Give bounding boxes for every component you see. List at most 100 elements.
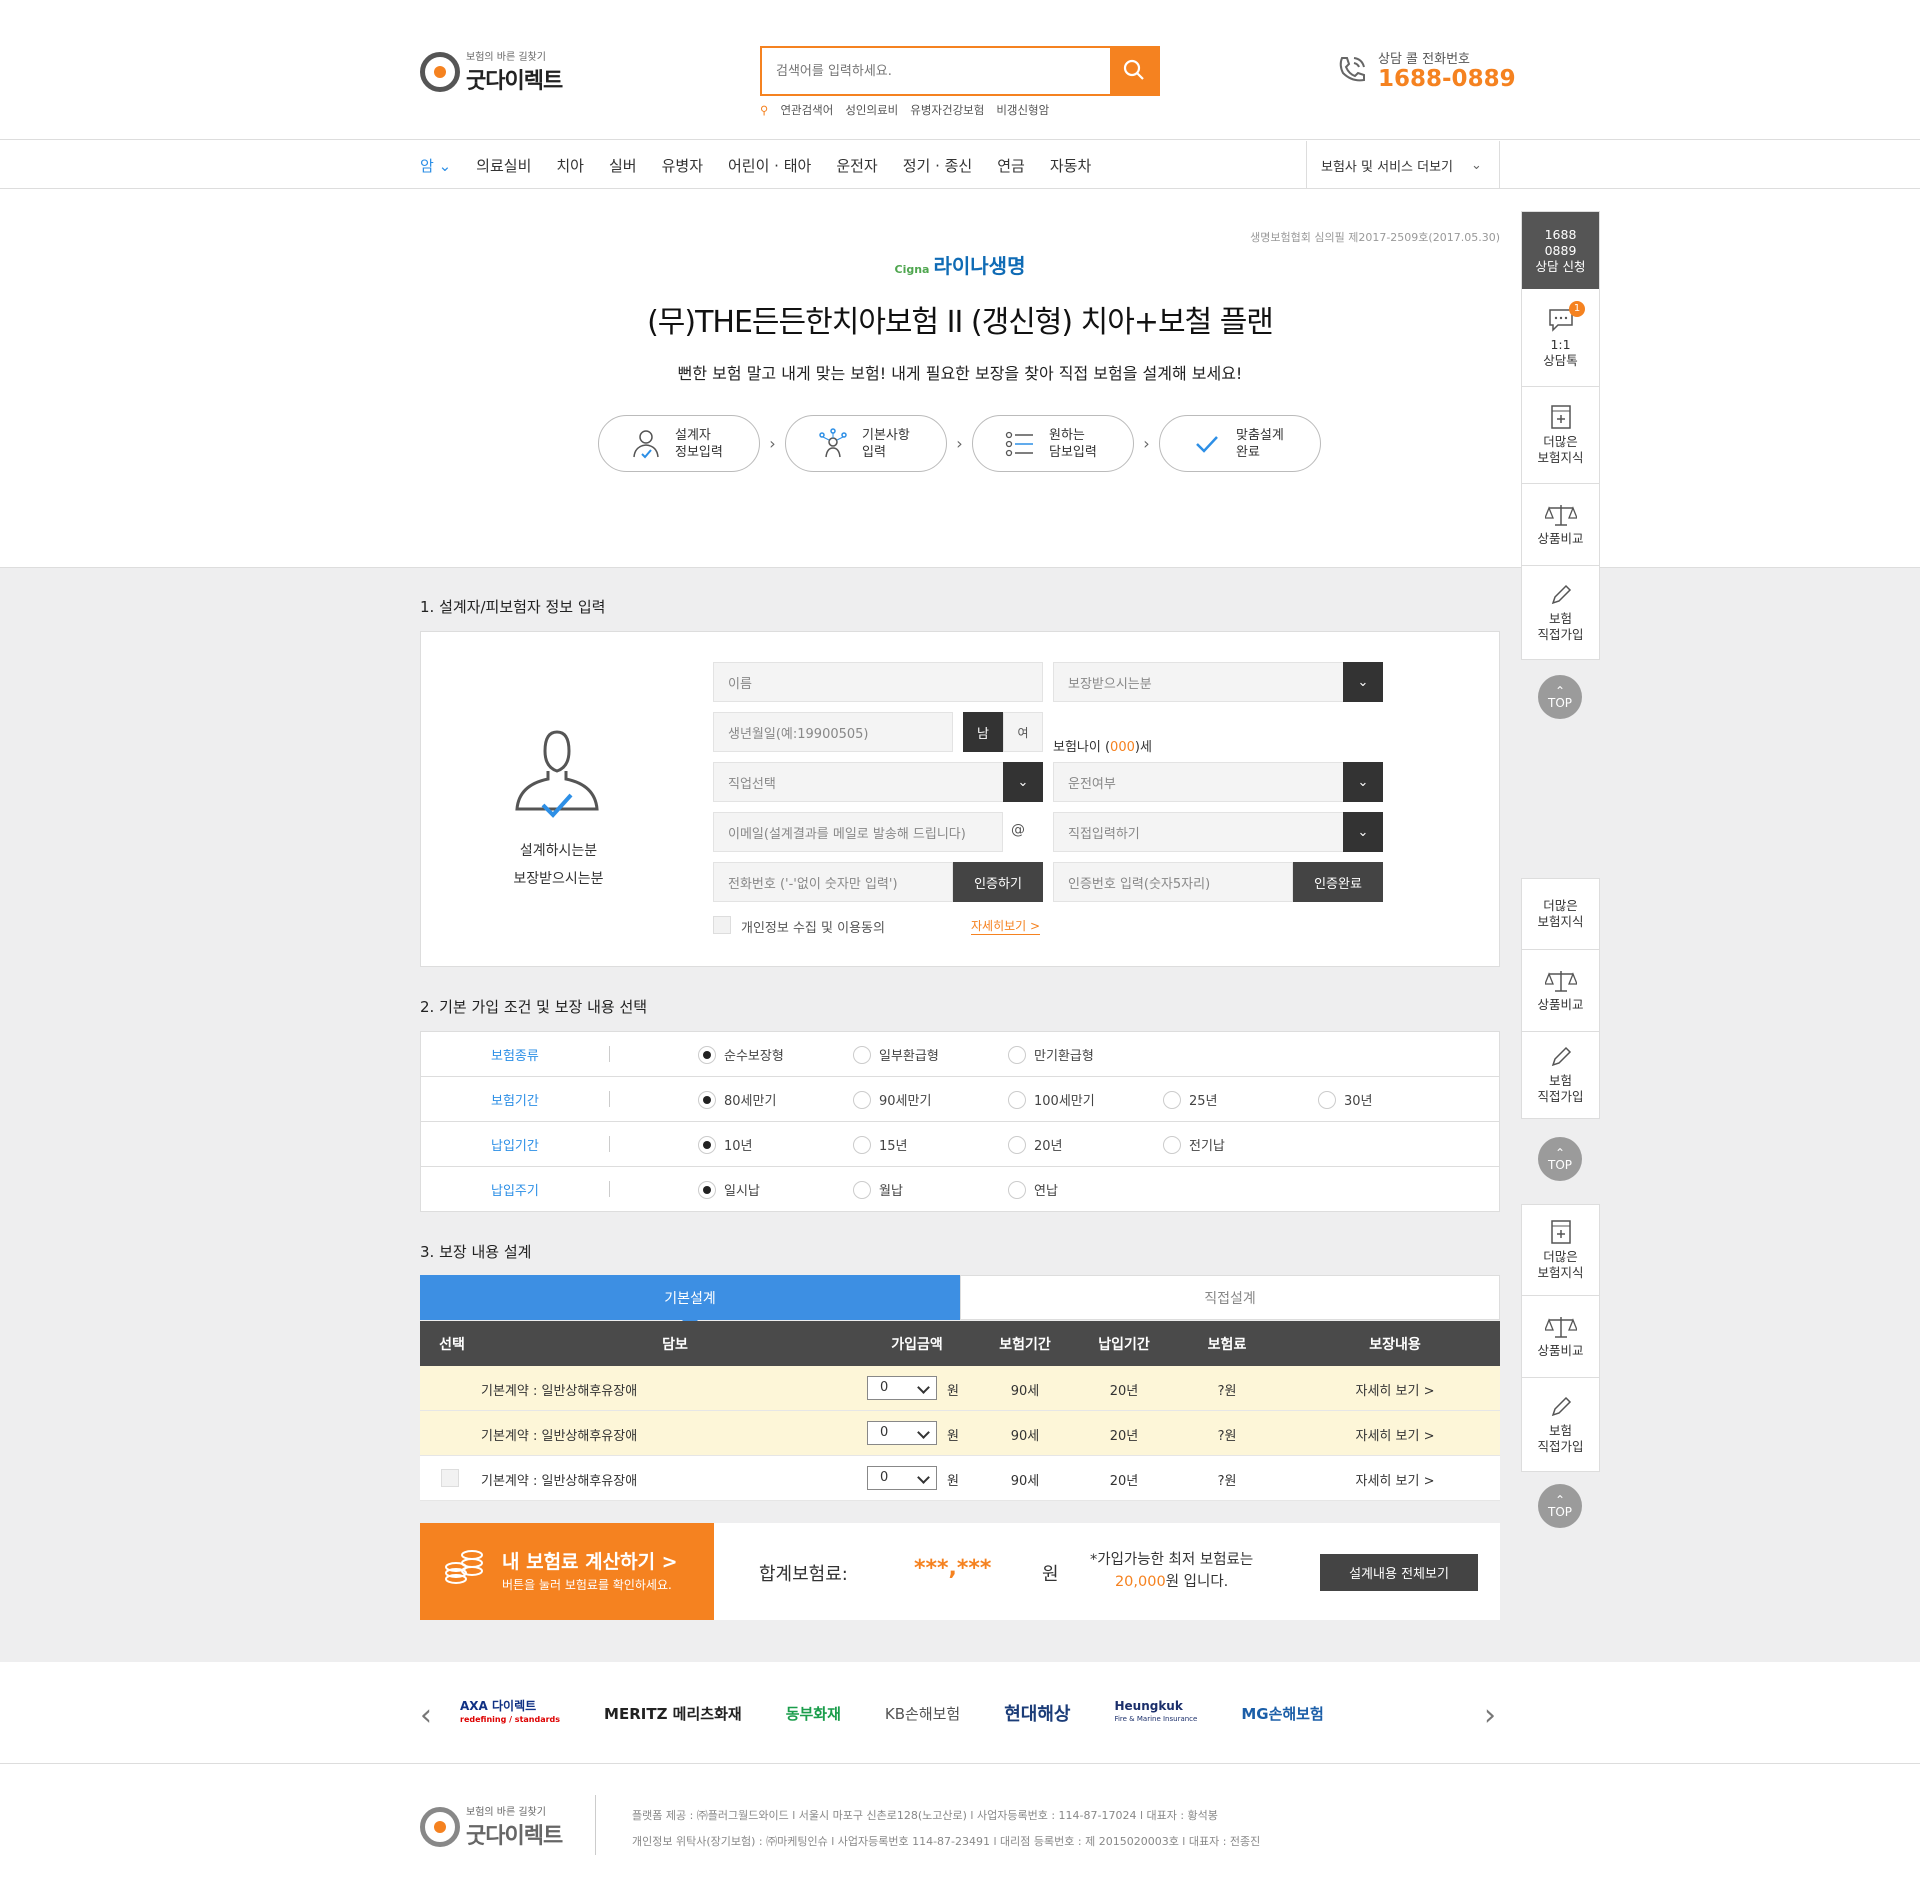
phone-field[interactable]: 전화번호 ('-'없이 숫자만 입력') <box>713 862 953 902</box>
chevron-down-icon: ⌄ <box>1003 762 1043 802</box>
nav-item-life[interactable]: 정기 · 종신 <box>903 155 973 176</box>
related-term[interactable]: 비갱신형암 <box>996 102 1049 118</box>
nav-item-driver[interactable]: 운전자 <box>836 155 877 176</box>
view-all-design-button[interactable]: 설계내용 전체보기 <box>1320 1554 1478 1591</box>
partner-logo-kb[interactable]: KB손해보험 <box>885 1703 960 1724</box>
nav-item-car[interactable]: 자동차 <box>1050 155 1091 176</box>
option-radio[interactable]: 순수보장형 <box>698 1045 784 1064</box>
compare-button[interactable]: 상품비교 <box>1522 950 1599 1032</box>
nav-item-children[interactable]: 어린이 · 태아 <box>728 155 811 176</box>
nav-item-senior[interactable]: 실버 <box>609 155 637 176</box>
option-radio[interactable]: 10년 <box>698 1135 753 1154</box>
tab-basic-design[interactable]: 기본설계 <box>420 1275 960 1328</box>
amount-select[interactable]: 0 <box>867 1376 937 1400</box>
partner-logo-heungkuk[interactable]: Heungkuk Fire & Marine Insurance <box>1114 1700 1197 1726</box>
option-radio[interactable]: 전기납 <box>1163 1135 1225 1154</box>
nav-item-cancer[interactable]: 암 ⌄ <box>420 155 451 176</box>
insured-select[interactable]: 보장받으시는분 ⌄ <box>1053 662 1383 702</box>
detail-link[interactable]: 자세히 보기 > <box>1356 1380 1435 1399</box>
logo-name: 굿다이렉트 <box>466 1824 563 1849</box>
calc-subtitle: 버튼을 눌러 보험료를 확인하세요. <box>502 1578 672 1592</box>
option-radio[interactable]: 15년 <box>853 1135 908 1154</box>
coverage-name: 기본계약 : 일반상해후유장애 <box>481 1384 638 1399</box>
drive-select[interactable]: 운전여부 ⌄ <box>1053 762 1383 802</box>
partner-logo-meritz[interactable]: MERITZ 메리츠화재 <box>604 1703 742 1724</box>
verify-code-field[interactable]: 인증번호 입력(숫자5자리) <box>1053 862 1293 902</box>
name-field[interactable]: 이름 <box>713 662 1043 702</box>
nav-item-medical[interactable]: 의료실비 <box>476 155 531 176</box>
consent-detail-link[interactable]: 자세히보기 > <box>971 917 1041 935</box>
radio-circle-icon <box>853 1135 871 1154</box>
consent-checkbox[interactable] <box>713 916 731 934</box>
gender-male-button[interactable]: 남 <box>963 712 1003 752</box>
carousel-prev-icon[interactable]: ‹ <box>420 1698 432 1733</box>
partner-logo-hyundai[interactable]: 현대해상 <box>1004 1700 1070 1726</box>
option-radio[interactable]: 연납 <box>1008 1180 1058 1199</box>
direct-join-button[interactable]: 보험 직접가입 <box>1522 566 1599 659</box>
search-input[interactable] <box>762 48 1112 94</box>
related-term[interactable]: 유병자건강보험 <box>910 102 984 118</box>
related-term[interactable]: 성인의료비 <box>845 102 898 118</box>
nav-item-pension[interactable]: 연금 <box>997 155 1025 176</box>
carousel-next-icon[interactable]: › <box>1484 1698 1496 1733</box>
nav-more-dropdown[interactable]: 보험사 및 서비스 더보기 ⌄ <box>1306 141 1500 189</box>
knowledge-button[interactable]: 더많은 보험지식 <box>1522 1205 1599 1296</box>
pencil-icon <box>1551 584 1571 604</box>
partner-logo-axa[interactable]: AXA 다이렉트 redefining / standards <box>460 1699 560 1727</box>
scroll-top-button[interactable]: ⌃ TOP <box>1538 675 1582 719</box>
birth-field[interactable]: 생년월일(예:19900505) <box>713 712 953 752</box>
row-checkbox[interactable] <box>441 1469 459 1487</box>
option-radio[interactable]: 25년 <box>1163 1090 1218 1109</box>
option-text: 90세만기 <box>879 1094 932 1109</box>
option-radio[interactable]: 20년 <box>1008 1135 1063 1154</box>
compare-button[interactable]: 상품비교 <box>1522 484 1599 566</box>
option-row: 보험종류 순수보장형 일부환급형 만기환급형 <box>421 1032 1500 1077</box>
knowledge-button[interactable]: 더많은 보험지식 <box>1522 387 1599 484</box>
email-field[interactable]: 이메일(설계결과를 메일로 발송해 드립니다) <box>713 812 1003 852</box>
col-header: 보험기간 <box>999 1337 1051 1353</box>
radio-circle-icon <box>1163 1135 1181 1154</box>
amount-select[interactable]: 0 <box>867 1466 937 1490</box>
option-radio[interactable]: 100세만기 <box>1008 1090 1095 1109</box>
nav-item-chronic[interactable]: 유병자 <box>662 155 703 176</box>
option-radio[interactable]: 90세만기 <box>853 1090 931 1109</box>
scroll-top-button[interactable]: ⌃ TOP <box>1538 1137 1582 1181</box>
detail-link[interactable]: 자세히 보기 > <box>1356 1470 1435 1489</box>
calc-premium-button[interactable]: 내 보험료 계산하기 > 버튼을 눌러 보험료를 확인하세요. <box>420 1523 724 1620</box>
option-row: 납입기간 10년 15년 20년 전기납 <box>421 1122 1500 1167</box>
call-consult-button[interactable]: 1688 0889 상담 신청 <box>1522 212 1599 289</box>
tel-number[interactable]: 1688-0889 <box>1378 67 1516 91</box>
detail-link[interactable]: 자세히 보기 > <box>1356 1425 1435 1444</box>
compare-button[interactable]: 상품비교 <box>1522 1296 1599 1378</box>
option-radio[interactable]: 일시납 <box>698 1180 760 1199</box>
search-button[interactable] <box>1110 48 1158 94</box>
knowledge-button[interactable]: 더많은 보험지식 <box>1522 879 1599 950</box>
gender-female-button[interactable]: 여 <box>1003 712 1043 752</box>
col-header: 보험료 <box>1207 1337 1247 1353</box>
job-select[interactable]: 직업선택 ⌄ <box>713 762 1043 802</box>
partner-logo-dongbu[interactable]: 동부화재 <box>786 1703 841 1724</box>
option-label: 납입주기 <box>491 1184 539 1199</box>
tel-info: 상담 콜 전화번호 1688-0889 <box>1334 48 1516 91</box>
site-header: 보험의 바른 길찾기 굿다이렉트 ⚲ 연관검색어 성인의료비 유병자건강보험 비… <box>0 0 1920 140</box>
option-radio[interactable]: 80세만기 <box>698 1090 776 1109</box>
email-domain-select[interactable]: 직접입력하기 ⌄ <box>1053 812 1383 852</box>
direct-join-button[interactable]: 보험 직접가입 <box>1522 1378 1599 1471</box>
direct-join-button[interactable]: 보험 직접가입 <box>1522 1032 1599 1118</box>
option-radio[interactable]: 월납 <box>853 1180 903 1199</box>
option-radio[interactable]: 만기환급형 <box>1008 1045 1094 1064</box>
option-radio[interactable]: 일부환급형 <box>853 1045 939 1064</box>
amount-select[interactable]: 0 <box>867 1421 937 1445</box>
partner-logo-mg[interactable]: MG손해보험 <box>1241 1703 1323 1724</box>
tab-custom-design[interactable]: 직접설계 <box>960 1275 1500 1320</box>
nav-item-dental[interactable]: 치아 <box>556 155 584 176</box>
site-logo[interactable]: 보험의 바른 길찾기 굿다이렉트 <box>420 48 563 95</box>
document-plus-icon <box>1550 405 1571 429</box>
verify-button[interactable]: 인증하기 <box>953 862 1043 902</box>
option-radio[interactable]: 30년 <box>1318 1090 1373 1109</box>
avatar-label: 보장받으시는분 <box>513 871 604 887</box>
verify-done-button[interactable]: 인증완료 <box>1293 862 1383 902</box>
step-1: 설계자 정보입력 <box>598 415 760 472</box>
chat-consult-button[interactable]: 1 1:1 상담톡 <box>1522 289 1599 387</box>
scroll-top-button[interactable]: ⌃ TOP <box>1538 1484 1582 1528</box>
